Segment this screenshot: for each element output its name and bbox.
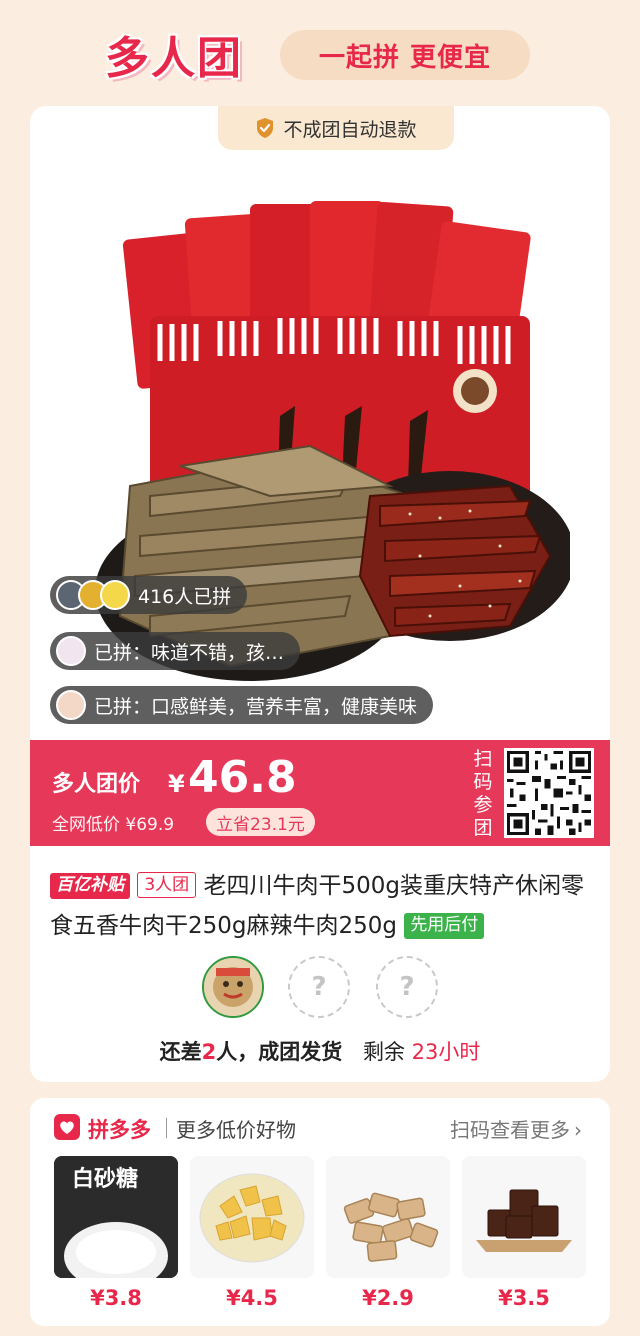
product-image[interactable] [90, 196, 570, 696]
group-price-value: 46.8 [188, 752, 297, 803]
avatar [100, 580, 130, 610]
brand-name: 拼多多 [88, 1118, 151, 1142]
item-price: ¥3.5 [498, 1286, 550, 1310]
review-text: 已拼：味道不错，孩… [94, 641, 285, 664]
currency-symbol: ¥ [168, 770, 185, 798]
joined-count-text: 416人已拼 [138, 585, 232, 608]
sugar-image: 白砂糖 [54, 1156, 178, 1278]
page-title: 多人团 [105, 33, 243, 84]
review-pill: 已拼：口感鲜美，营养丰富，健康美味 [50, 686, 434, 724]
refund-text: 不成团自动退款 [283, 118, 417, 141]
page-header: 多人团 一起拼 更便宜 [0, 0, 640, 100]
scan-to-join-label: 扫码参团 [473, 748, 493, 839]
status-prefix: 还差 [159, 1040, 202, 1064]
question-mark-icon: ? [311, 972, 327, 1002]
refund-badge: 不成团自动退款 [218, 106, 454, 150]
group-status: 还差2人，成团发货 剩余 23小时 [30, 1036, 610, 1066]
avatar-stack [56, 580, 130, 610]
savings-badge: 立省23.1元 [206, 808, 315, 836]
chevron-right-icon: › [574, 1118, 582, 1142]
status-suffix: 人，成团发货 [216, 1040, 343, 1064]
empty-member-slot: ? [376, 956, 438, 1018]
price-bar: 多人团价 ¥ 46.8 全网低价 ¥69.9 立省23.1元 扫码参团 [30, 740, 610, 846]
member-avatar [202, 956, 264, 1018]
avatar [56, 690, 86, 720]
product-title: 老四川牛肉干500g装重庆特产休闲零食五香牛肉干250g麻辣牛肉250g [50, 873, 584, 939]
product-thumb[interactable] [190, 1156, 314, 1278]
group-size-tag: 3人团 [137, 872, 197, 898]
review-text: 已拼：口感鲜美，营养丰富，健康美味 [94, 695, 418, 718]
slogan-pill: 一起拼 更便宜 [280, 30, 530, 80]
rock-sugar-image [190, 1156, 314, 1278]
original-price: 全网低价 ¥69.9 [52, 815, 175, 835]
product-thumb[interactable] [326, 1156, 450, 1278]
subsidy-tag: 百亿补贴 [50, 873, 130, 899]
group-buy-card: 不成团自动退款 416人已拼 已拼：味道不错，孩… 已拼：口感鲜美，营养丰富，健… [30, 106, 610, 1082]
more-title: 更多低价好物 [176, 1118, 296, 1142]
pinduoduo-logo-icon [54, 1114, 80, 1140]
pay-later-tag: 先用后付 [404, 913, 485, 939]
see-more-label: 扫码查看更多 [450, 1118, 570, 1142]
question-mark-icon: ? [399, 972, 415, 1002]
see-more-link[interactable]: 扫码查看更多 › [450, 1114, 582, 1143]
empty-member-slot: ? [288, 956, 350, 1018]
snack-rolls-image [326, 1156, 450, 1278]
missing-count: 2 [201, 1040, 217, 1064]
item-price: ¥3.8 [90, 1286, 142, 1310]
remain-time: 23小时 [411, 1040, 481, 1064]
shield-icon [257, 118, 274, 138]
product-title-block[interactable]: 百亿补贴 3人团 老四川牛肉干500g装重庆特产休闲零食五香牛肉干250g麻辣牛… [50, 866, 590, 946]
review-pill: 已拼：味道不错，孩… [50, 632, 301, 670]
avatar [204, 958, 262, 1016]
more-products-card: 拼多多 更多低价好物 扫码查看更多 › 白砂糖 ¥3.8 ¥4.5 ¥2.9 ¥… [30, 1098, 610, 1326]
group-price-label: 多人团价 [52, 772, 141, 797]
item-label: 白砂糖 [72, 1166, 138, 1192]
joined-count-pill: 416人已拼 [50, 576, 248, 614]
product-thumb[interactable]: 白砂糖 [54, 1156, 178, 1278]
product-thumb[interactable] [462, 1156, 586, 1278]
avatar [56, 636, 86, 666]
qr-code[interactable] [504, 748, 594, 838]
remain-label: 剩余 [362, 1040, 405, 1064]
divider [166, 1118, 167, 1138]
item-price: ¥2.9 [362, 1286, 414, 1310]
item-price: ¥4.5 [226, 1286, 278, 1310]
qr-panel[interactable]: 扫码参团 [458, 740, 610, 846]
brown-sugar-image [462, 1156, 586, 1278]
